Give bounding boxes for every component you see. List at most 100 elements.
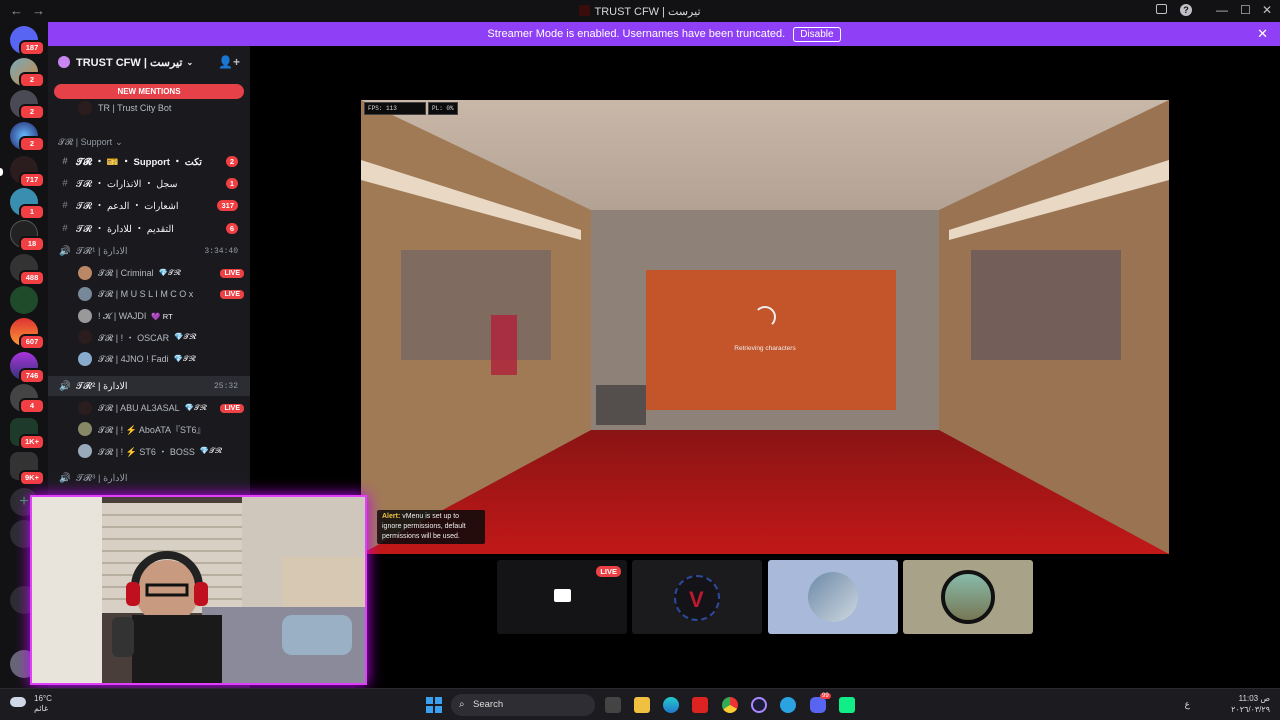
server-icon[interactable] <box>10 286 38 314</box>
weather-widget[interactable]: 16°C غائم <box>10 694 52 714</box>
avatar <box>78 352 92 366</box>
channel-item[interactable]: # 𝓣𝓡 ・ اشعارات ・ الدعم 317 <box>48 195 250 215</box>
voice-user-name: 𝓣𝓡 | Criminal <box>98 267 154 278</box>
voice-channel-label: 𝓣𝓡¹ | الادارة <box>76 245 128 257</box>
windows-start-icon[interactable] <box>426 697 442 713</box>
packet-loss-counter: PL: 0% <box>428 102 458 115</box>
hashtag-icon: # <box>62 155 68 167</box>
loading-spinner-icon <box>754 306 776 328</box>
voice-user[interactable]: 𝓣𝓡 | ! ⚡ ST6 ・ BOSS 💎𝓣𝓡 <box>78 441 248 461</box>
voice-user-name: 𝓣𝓡 | 4JNO ! Fadi <box>98 353 169 364</box>
window-titlebar: ← → TRUST CFW | تيرست ? — ☐ ✕ <box>0 0 1280 22</box>
hashtag-icon: # <box>62 199 68 211</box>
voice-channel[interactable]: 🔊 𝓣𝓡¹ | الادارة 3:34:40 <box>48 241 250 261</box>
voice-user[interactable]: ! 𝓚 | WAJDI 💜 RT <box>78 306 248 326</box>
voice-user-name: TR | Trust City Bot <box>98 103 172 113</box>
voice-user[interactable]: 𝓣𝓡 | Criminal 💎𝓣𝓡 LIVE <box>78 263 248 283</box>
task-view-icon[interactable] <box>605 697 621 713</box>
server-icon <box>58 56 70 68</box>
banner-close-icon[interactable]: ✕ <box>1257 26 1268 42</box>
mention-badge: 6 <box>225 222 238 234</box>
cloud-icon <box>10 697 26 707</box>
voice-channel-label: 𝓣𝓡² | الادارة <box>76 380 128 392</box>
voice-user-name: 𝓣𝓡 | M U S L I M C O x <box>98 288 194 299</box>
new-mentions-bar[interactable]: NEW MENTIONS <box>54 84 244 99</box>
voice-channel-active[interactable]: 🔊 𝓣𝓡² | الادارة 25:32 <box>48 376 250 396</box>
voice-user[interactable]: 𝓣𝓡 | 4JNO ! Fadi 💎𝓣𝓡 <box>78 349 248 369</box>
voice-user[interactable]: 𝓣𝓡 | ! ・ OSCAR 💎𝓣𝓡 <box>78 327 248 347</box>
channel-item[interactable]: # 𝓣𝓡 ・ التقديم ・ للادارة 6 <box>48 218 250 238</box>
mention-badge: 317 <box>217 199 238 211</box>
live-badge: LIVE <box>220 403 244 413</box>
edge-icon[interactable] <box>663 697 679 713</box>
mention-badge: 1 <box>225 177 238 189</box>
system-tray[interactable]: ع 11:03 ص ٢٠٢٦/٠٣/٢٩ <box>1185 693 1270 715</box>
hashtag-icon: # <box>62 177 68 189</box>
app-icon[interactable] <box>751 697 767 713</box>
voice-channel-label: 𝓣𝓡³ | الادارة <box>76 472 128 484</box>
server-badge: 18 <box>19 236 45 252</box>
user-tag: 💎𝓣𝓡 <box>158 268 181 277</box>
category-label: 𝓣𝓡 | Support <box>58 136 113 147</box>
loading-text: Retrieving characters <box>734 345 796 352</box>
stream-tile-user[interactable] <box>903 560 1033 634</box>
user-tag: 💎𝓣𝓡 <box>173 354 196 363</box>
user-tag: 💎𝓣𝓡 <box>174 332 197 341</box>
taskbar-search[interactable]: ⌕ Search <box>451 694 595 716</box>
start-tile <box>426 706 433 713</box>
minimize-button[interactable]: — <box>1216 3 1228 17</box>
user-tag: 💎𝓣𝓡 <box>199 446 222 455</box>
language-indicator[interactable]: ع <box>1185 699 1190 710</box>
avatar <box>78 287 92 301</box>
channel-item[interactable]: # 𝓣𝓡 ・ 🎫 ・ Support ・ تكت 2 <box>48 151 250 171</box>
avatar <box>78 309 92 323</box>
avatar <box>78 444 92 458</box>
voice-timer: 25:32 <box>213 381 238 391</box>
maximize-button[interactable]: ☐ <box>1240 3 1251 17</box>
window-title-text: TRUST CFW | تيرست <box>594 6 701 18</box>
stream-tile-user[interactable]: V <box>632 560 762 634</box>
home-badge: 187 <box>19 40 45 56</box>
mention-badge: 2 <box>225 155 238 167</box>
app-icon[interactable] <box>692 697 708 713</box>
voice-user[interactable]: 𝓣𝓡 | M U S L I M C O x LIVE <box>78 284 248 304</box>
user-logo-icon: V <box>689 587 704 612</box>
discord-icon[interactable] <box>810 697 826 713</box>
invite-people-icon[interactable]: 👤+ <box>218 55 240 69</box>
server-badge: 746 <box>19 368 45 384</box>
inbox-icon[interactable] <box>1156 4 1167 14</box>
voice-user[interactable]: 𝓣𝓡 | ABU AL3ASAL 💎𝓣𝓡 LIVE <box>78 398 248 418</box>
server-badge: 1 <box>19 204 45 220</box>
channel-label: 𝓣𝓡 ・ اشعارات ・ الدعم <box>76 201 179 212</box>
live-badge: LIVE <box>220 268 244 278</box>
stream-tile-user[interactable] <box>768 560 898 634</box>
close-window-button[interactable]: ✕ <box>1262 3 1272 17</box>
voice-user[interactable]: 𝓣𝓡 | ! ⚡ AboATA『ST6』 <box>78 419 248 439</box>
voice-user[interactable]: TR | Trust City Bot <box>78 98 248 118</box>
server-badge: 1K+ <box>19 434 45 450</box>
search-icon: ⌕ <box>459 699 465 710</box>
chrome-icon[interactable] <box>722 697 738 713</box>
server-name: TRUST CFW | تيرست <box>76 56 183 69</box>
windows-taskbar: 16°C غائم ⌕ Search 99 ع 11:03 ص ٢٠٢٦/٠٣/… <box>0 688 1280 720</box>
stream-tile-screen[interactable]: LIVE <box>497 560 627 634</box>
voice-user-name: 𝓣𝓡 | ! ⚡ AboATA『ST6』 <box>98 424 206 435</box>
app-icon[interactable] <box>839 697 855 713</box>
help-icon[interactable]: ? <box>1180 4 1192 16</box>
server-badge: 2 <box>19 72 45 88</box>
disable-button[interactable]: Disable <box>793 26 841 42</box>
start-tile <box>435 706 442 713</box>
chevron-down-icon: ⌄ <box>115 136 123 147</box>
channel-item[interactable]: # 𝓣𝓡 ・ سجل ・ الانذارات 1 <box>48 173 250 193</box>
avatar <box>78 330 92 344</box>
server-badge: 4 <box>19 398 45 414</box>
category-support[interactable]: 𝓣𝓡 | Support ⌄ <box>48 132 250 152</box>
voice-channel[interactable]: 🔊 𝓣𝓡³ | الادارة <box>48 468 250 488</box>
server-badge: 488 <box>19 270 45 286</box>
server-header[interactable]: TRUST CFW | تيرست ⌄ 👤+ <box>48 46 250 78</box>
stream-view[interactable]: FPS: 113 PL: 0% Retrieving characters Al… <box>361 100 1169 554</box>
telegram-icon[interactable] <box>780 697 796 713</box>
server-badge: 2 <box>19 136 45 152</box>
user-tag: 💎𝓣𝓡 <box>184 403 207 412</box>
file-explorer-icon[interactable] <box>634 697 650 713</box>
